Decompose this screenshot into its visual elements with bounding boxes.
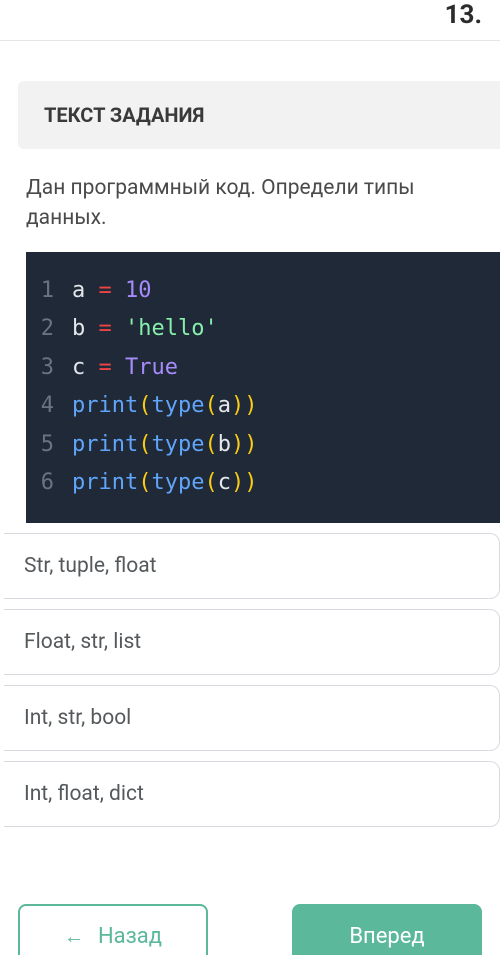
code-content: b = 'hello' (72, 310, 218, 349)
section-title: ТЕКСТ ЗАДАНИЯ (18, 81, 500, 149)
top-bar: 13. (0, 0, 500, 40)
code-line: 2b = 'hello' (26, 310, 500, 349)
answer-option[interactable]: Float, str, list (4, 609, 500, 675)
code-token: ) (244, 393, 257, 418)
code-token: ( (138, 393, 151, 418)
code-token: = (99, 355, 112, 380)
code-token: ( (138, 432, 151, 457)
question-text: Дан программный код. Определи типы данны… (0, 149, 500, 252)
answer-option[interactable]: Int, str, bool (4, 685, 500, 751)
code-token: ) (231, 432, 244, 457)
code-token: print (72, 432, 138, 457)
code-token: c (218, 470, 231, 495)
code-token: type (151, 432, 204, 457)
answer-option[interactable]: Str, tuple, float (4, 533, 500, 599)
code-token: ) (231, 393, 244, 418)
line-number: 6 (26, 464, 72, 503)
back-button-label: Назад (98, 924, 162, 949)
divider (0, 40, 500, 41)
code-token: b (218, 432, 231, 457)
code-content: a = 10 (72, 272, 152, 311)
line-number: 1 (26, 272, 72, 311)
code-token: c (72, 355, 99, 380)
code-line: 5print(type(b)) (26, 426, 500, 465)
nav-bar: ← Назад Вперед (0, 904, 500, 955)
code-token: 'hello' (125, 316, 218, 341)
answer-option[interactable]: Int, float, dict (4, 761, 500, 827)
code-token: True (125, 355, 178, 380)
forward-button[interactable]: Вперед (292, 904, 482, 955)
line-number: 2 (26, 310, 72, 349)
arrow-left-icon: ← (64, 924, 84, 949)
code-token: 10 (125, 278, 152, 303)
code-token: ) (231, 470, 244, 495)
code-token: ) (244, 432, 257, 457)
back-button[interactable]: ← Назад (18, 904, 208, 955)
code-content: print(type(b)) (72, 426, 257, 465)
line-number: 3 (26, 349, 72, 388)
code-token: ) (244, 470, 257, 495)
code-token: print (72, 393, 138, 418)
code-line: 1a = 10 (26, 272, 500, 311)
code-token: = (99, 316, 112, 341)
code-content: c = True (72, 349, 178, 388)
code-token: type (151, 470, 204, 495)
code-content: print(type(a)) (72, 387, 257, 426)
code-line: 3c = True (26, 349, 500, 388)
code-token: ( (204, 393, 217, 418)
answer-options: Str, tuple, float Float, str, list Int, st… (0, 533, 500, 827)
code-token: ( (204, 432, 217, 457)
code-token: b (72, 316, 99, 341)
code-token: print (72, 470, 138, 495)
code-token: = (99, 278, 112, 303)
code-token: ( (204, 470, 217, 495)
forward-button-label: Вперед (349, 924, 424, 949)
code-line: 4print(type(a)) (26, 387, 500, 426)
line-number: 4 (26, 387, 72, 426)
code-token (112, 278, 125, 303)
code-token: a (218, 393, 231, 418)
code-token (112, 355, 125, 380)
code-line: 6print(type(c)) (26, 464, 500, 503)
code-token: a (72, 278, 99, 303)
code-content: print(type(c)) (72, 464, 257, 503)
top-right-fragment: 13. (445, 0, 482, 30)
line-number: 5 (26, 426, 72, 465)
code-token (112, 316, 125, 341)
code-token: type (151, 393, 204, 418)
code-token: ( (138, 470, 151, 495)
code-block: 1a = 102b = 'hello'3c = True4print(type(… (26, 252, 500, 523)
